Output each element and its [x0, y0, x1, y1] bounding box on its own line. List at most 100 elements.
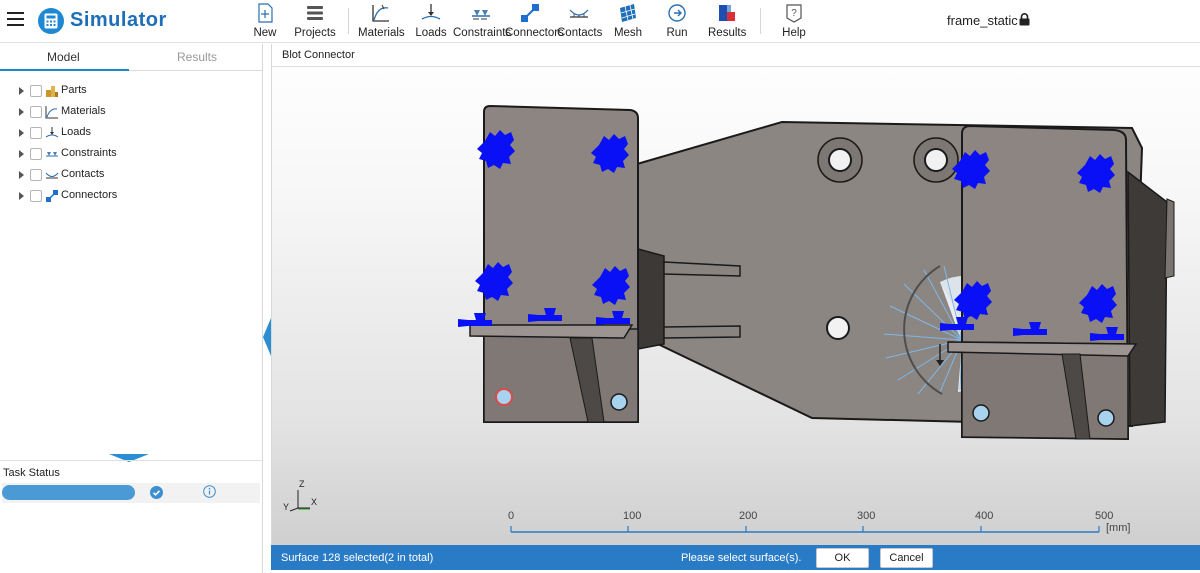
scale-tick-label: 100: [623, 510, 642, 522]
selection-prompt: Please select surface(s).: [681, 552, 802, 564]
expand-caret-icon[interactable]: [19, 171, 24, 179]
toolbar-run-button[interactable]: Run: [664, 2, 690, 40]
tree-item-label: Constraints: [61, 147, 117, 159]
model-tree: Parts Materials Loads Constraints Contac…: [0, 82, 263, 208]
hole: [826, 316, 850, 340]
cancel-button[interactable]: Cancel: [880, 548, 933, 568]
tree-checkbox[interactable]: [30, 190, 42, 202]
info-icon[interactable]: [203, 485, 216, 498]
toolbar-materials-button[interactable]: Materials: [358, 2, 405, 40]
expand-caret-icon[interactable]: [19, 87, 24, 95]
loads-icon: [45, 127, 59, 138]
toolbar-help-button[interactable]: ? Help: [781, 2, 807, 40]
constraints-icon: [46, 152, 58, 157]
active-tab-indicator: [0, 69, 129, 71]
expand-caret-icon[interactable]: [19, 192, 24, 200]
scale-tick-label: 500: [1095, 510, 1114, 522]
bolt-hole: [1097, 409, 1115, 427]
contacts-icon: [45, 172, 59, 179]
toolbar-projects-button[interactable]: Projects: [293, 2, 337, 40]
tree-item-loads[interactable]: Loads: [0, 124, 263, 145]
mesh-icon: [620, 4, 636, 22]
connectors-icon: [521, 4, 539, 22]
tree-item-label: Materials: [61, 105, 106, 117]
bolt-hole: [972, 404, 990, 422]
toolbar-constraints-button[interactable]: Constraints: [453, 2, 511, 40]
help-icon: ?: [786, 4, 802, 23]
app-logo-text: Simulator: [70, 9, 167, 31]
collapse-panel-arrow-icon[interactable]: [263, 318, 271, 356]
task-status-title: Task Status: [3, 467, 60, 479]
scale-ruler: [510, 526, 1100, 533]
tree-item-contacts[interactable]: Contacts: [0, 166, 263, 187]
tree-item-parts[interactable]: Parts: [0, 82, 263, 103]
tree-item-label: Connectors: [61, 189, 118, 201]
bolt-hole: [610, 393, 628, 411]
bolt-hole: [495, 388, 513, 406]
model-scene[interactable]: [272, 44, 1200, 545]
model-panel: Model Results Parts Materials Loads Cons…: [0, 44, 263, 573]
scale-tick-label: 400: [975, 510, 994, 522]
top-toolbar: Simulator New Projects Materials Loads C…: [0, 0, 1200, 43]
new-file-icon: [258, 3, 273, 23]
tree-checkbox[interactable]: [30, 148, 42, 160]
task-row: [2, 483, 260, 503]
hole: [828, 148, 852, 172]
selection-status: Surface 128 selected(2 in total): [281, 552, 434, 564]
lock-icon: [1019, 13, 1030, 26]
materials-icon: [45, 106, 58, 119]
toolbar-mesh-button[interactable]: Mesh: [612, 2, 644, 40]
tree-item-label: Parts: [61, 84, 87, 96]
scale-tick-label: 0: [508, 510, 515, 522]
tree-item-label: Loads: [61, 126, 91, 138]
run-icon: [668, 4, 686, 22]
tree-item-constraints[interactable]: Constraints: [0, 145, 263, 166]
axis-x-label: X: [311, 497, 317, 507]
axis-y-label: Y: [283, 502, 289, 512]
projects-icon: [307, 6, 323, 20]
expand-caret-icon[interactable]: [19, 108, 24, 116]
toolbar-connectors-button[interactable]: Connectors: [505, 2, 564, 40]
tree-item-connectors[interactable]: Connectors: [0, 187, 263, 208]
loads-icon: [421, 4, 441, 20]
contacts-icon: [569, 9, 589, 18]
results-icon: [719, 5, 735, 21]
expand-caret-icon[interactable]: [19, 129, 24, 137]
scale-unit: [mm]: [1106, 522, 1131, 534]
3d-viewport[interactable]: Blot Connector Z X Y 0 100 200 300 400 5…: [271, 44, 1200, 545]
panel-tabs: Model Results: [0, 44, 262, 71]
expand-caret-icon[interactable]: [19, 150, 24, 158]
tree-item-label: Contacts: [61, 168, 105, 180]
task-status-panel: Task Status: [0, 460, 263, 573]
tab-model[interactable]: Model: [47, 50, 80, 64]
tree-checkbox[interactable]: [30, 127, 42, 139]
constraints-icon: [472, 10, 490, 20]
scale-bar: 0 100 200 300 400 500 [mm]: [508, 510, 1148, 540]
scale-tick-label: 200: [739, 510, 758, 522]
menu-icon[interactable]: [7, 12, 24, 26]
check-icon: [150, 486, 163, 499]
toolbar-separator: [348, 8, 349, 34]
tree-item-materials[interactable]: Materials: [0, 103, 263, 124]
toolbar-separator: [760, 8, 761, 34]
svg-text:?: ?: [791, 8, 797, 19]
document-title: frame_static: [947, 13, 1018, 28]
task-progress-bar: [2, 485, 135, 500]
parts-icon: [46, 86, 58, 97]
calculator-logo-icon: [38, 8, 64, 34]
axis-z-label: Z: [299, 479, 305, 489]
status-bar: Surface 128 selected(2 in total) Please …: [271, 545, 1200, 570]
scale-tick-label: 300: [857, 510, 876, 522]
tree-checkbox[interactable]: [30, 85, 42, 97]
ok-button[interactable]: OK: [816, 548, 869, 568]
toolbar-results-button[interactable]: Results: [708, 2, 746, 40]
materials-icon: [372, 4, 389, 22]
toolbar-loads-button[interactable]: Loads: [414, 2, 448, 40]
toolbar-contacts-button[interactable]: Contacts: [557, 2, 602, 40]
toolbar-new-button[interactable]: New: [253, 2, 277, 40]
axis-triad: Z X Y: [283, 479, 317, 512]
tree-checkbox[interactable]: [30, 169, 42, 181]
tree-checkbox[interactable]: [30, 106, 42, 118]
hole: [924, 148, 948, 172]
tab-results[interactable]: Results: [177, 50, 217, 64]
